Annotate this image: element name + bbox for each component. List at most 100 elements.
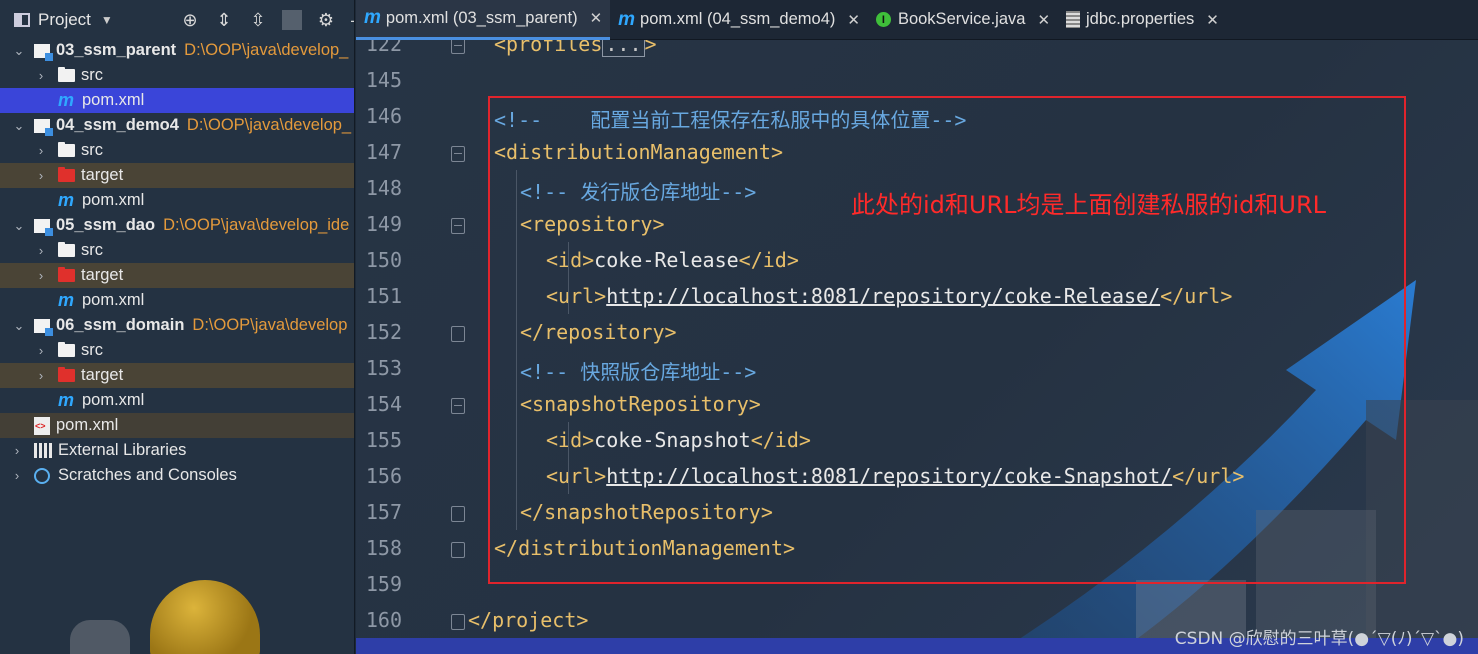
tree-item-label: 03_ssm_parent: [56, 41, 177, 59]
chevron-down-icon[interactable]: ▼: [101, 13, 113, 27]
tree-folder-src[interactable]: › src: [0, 138, 354, 163]
chevron-right-icon[interactable]: ›: [34, 168, 48, 183]
fold-marker-icon[interactable]: [451, 398, 465, 414]
line-number: 151: [365, 284, 402, 308]
excluded-folder-icon: [58, 367, 75, 382]
fold-marker-icon[interactable]: [451, 614, 465, 630]
tree-item-label: target: [81, 166, 124, 184]
project-view-icon: [14, 13, 30, 27]
tree-folder-target[interactable]: › target: [0, 163, 354, 188]
tree-file-pom-xml[interactable]: m pom.xml: [0, 388, 354, 413]
module-path: D:\OOP\java\develop_ide: [163, 216, 350, 234]
folder-icon: [58, 342, 75, 357]
tab-pom-03-ssm-parent[interactable]: m pom.xml (03_ssm_parent) ✕: [356, 0, 611, 40]
tree-module-04-ssm-demo4[interactable]: ⌄ 04_ssm_demo4 D:\OOP\java\develop_: [0, 113, 354, 138]
scratches-icon: [34, 467, 50, 484]
watermark: CSDN @欣慰的三叶草(●´▽(ﾉ)´▽`●): [1174, 629, 1464, 649]
chevron-right-icon[interactable]: ›: [34, 143, 48, 158]
chevron-right-icon[interactable]: ›: [34, 268, 48, 283]
excluded-folder-icon: [58, 267, 75, 282]
tree-module-06-ssm-domain[interactable]: ⌄ 06_ssm_domain D:\OOP\java\develop: [0, 313, 354, 338]
chevron-down-icon[interactable]: ⌄: [12, 218, 26, 234]
maven-icon: m: [58, 90, 75, 110]
tree-file-pom-xml[interactable]: m pom.xml: [0, 88, 354, 113]
close-icon[interactable]: ✕: [1206, 11, 1219, 29]
tree-item-label: 04_ssm_demo4: [56, 116, 179, 134]
tree-folder-src[interactable]: › src: [0, 63, 354, 88]
tree-module-03-ssm-parent[interactable]: ⌄ 03_ssm_parent D:\OOP\java\develop_: [0, 38, 354, 63]
code-tag: <profiles: [494, 40, 603, 56]
chevron-down-icon[interactable]: ⌄: [12, 43, 26, 59]
fold-marker-icon[interactable]: [451, 146, 465, 162]
tree-item-label: target: [81, 266, 124, 284]
line-number: 147: [365, 140, 402, 164]
tab-pom-04-ssm-demo4[interactable]: m pom.xml (04_ssm_demo4) ✕: [610, 0, 868, 40]
tab-jdbc-properties[interactable]: jdbc.properties ✕: [1058, 0, 1227, 40]
background-decoration: [70, 620, 130, 654]
code-line[interactable]: </project>: [468, 608, 588, 632]
tree-module-05-ssm-dao[interactable]: ⌄ 05_ssm_dao D:\OOP\java\develop_ide: [0, 213, 354, 238]
project-header: Project ▼ ⊕ ⇕ ⇳ ⚙ —: [0, 0, 354, 40]
maven-icon: m: [58, 390, 75, 410]
line-number: 148: [365, 176, 402, 200]
collapse-all-icon[interactable]: ⇳: [248, 10, 268, 30]
fold-marker-icon[interactable]: [451, 506, 465, 522]
tree-folder-target[interactable]: › target: [0, 263, 354, 288]
line-number: 158: [365, 536, 402, 560]
tree-item-label: pom.xml: [82, 391, 145, 409]
module-path: D:\OOP\java\develop_: [186, 116, 352, 134]
excluded-folder-icon: [58, 167, 75, 182]
tree-file-pom-xml[interactable]: m pom.xml: [0, 188, 354, 213]
line-number: 122: [365, 40, 402, 56]
chevron-right-icon[interactable]: ›: [34, 343, 48, 358]
tree-item-label: src: [81, 341, 103, 359]
tree-file-pom-xml[interactable]: m pom.xml: [0, 288, 354, 313]
project-tool-window: Project ▼ ⊕ ⇕ ⇳ ⚙ — ⌄ 03_ssm_parent D:\O…: [0, 0, 355, 654]
line-number: 145: [365, 68, 402, 92]
editor-tab-bar: m pom.xml (03_ssm_parent) ✕ m pom.xml (0…: [356, 0, 1478, 40]
project-tree: ⌄ 03_ssm_parent D:\OOP\java\develop_ › s…: [0, 38, 354, 488]
close-icon[interactable]: ✕: [590, 9, 603, 27]
tree-file-root-pom-xml[interactable]: pom.xml: [0, 413, 354, 438]
tree-item-label: Scratches and Consoles: [58, 466, 237, 484]
fold-marker-icon[interactable]: [451, 542, 465, 558]
tree-scratches-and-consoles[interactable]: › Scratches and Consoles: [0, 463, 354, 488]
maven-icon: m: [364, 7, 381, 28]
code-editor[interactable]: 122 145 146 147 148 149 150 151 152 153 154 155 156 1…: [356, 40, 1478, 654]
fold-marker-icon[interactable]: [451, 218, 465, 234]
locate-icon[interactable]: ⊕: [180, 10, 200, 30]
toolbar-divider: [282, 10, 302, 30]
background-helmet-image: [150, 580, 260, 654]
chevron-right-icon[interactable]: ›: [34, 243, 48, 258]
tree-external-libraries[interactable]: › External Libraries: [0, 438, 354, 463]
close-icon[interactable]: ✕: [847, 11, 860, 29]
tree-item-label: 06_ssm_domain: [56, 316, 185, 334]
maven-icon: m: [618, 8, 636, 30]
chevron-right-icon[interactable]: ›: [34, 68, 48, 83]
interface-icon: I: [875, 12, 891, 27]
line-number: 152: [365, 320, 402, 344]
module-path: D:\OOP\java\develop: [192, 316, 348, 334]
tree-item-label: pom.xml: [82, 91, 145, 109]
chevron-right-icon[interactable]: ›: [10, 443, 24, 458]
gear-icon[interactable]: ⚙: [316, 10, 336, 30]
close-icon[interactable]: ✕: [1037, 11, 1050, 29]
chevron-right-icon[interactable]: ›: [34, 368, 48, 383]
folder-icon: [58, 142, 75, 157]
fold-marker-icon[interactable]: [451, 326, 465, 342]
chevron-down-icon[interactable]: ⌄: [12, 118, 26, 134]
tree-folder-src[interactable]: › src: [0, 338, 354, 363]
fold-marker-icon[interactable]: [451, 40, 465, 54]
collapsed-region[interactable]: ...: [602, 40, 645, 57]
project-title[interactable]: Project: [38, 10, 91, 30]
code-line[interactable]: <profiles... >: [494, 40, 657, 57]
chevron-right-icon[interactable]: ›: [10, 468, 24, 483]
minimize-icon[interactable]: —: [350, 10, 354, 30]
tab-bookservice-java[interactable]: I BookService.java ✕: [868, 0, 1058, 40]
line-number-gutter: 122 145 146 147 148 149 150 151 152 153 154 155 156 1…: [356, 40, 465, 654]
tree-folder-target[interactable]: › target: [0, 363, 354, 388]
tree-folder-src[interactable]: › src: [0, 238, 354, 263]
expand-all-icon[interactable]: ⇕: [214, 10, 234, 30]
tree-item-label: pom.xml: [56, 416, 119, 434]
chevron-down-icon[interactable]: ⌄: [12, 318, 26, 334]
